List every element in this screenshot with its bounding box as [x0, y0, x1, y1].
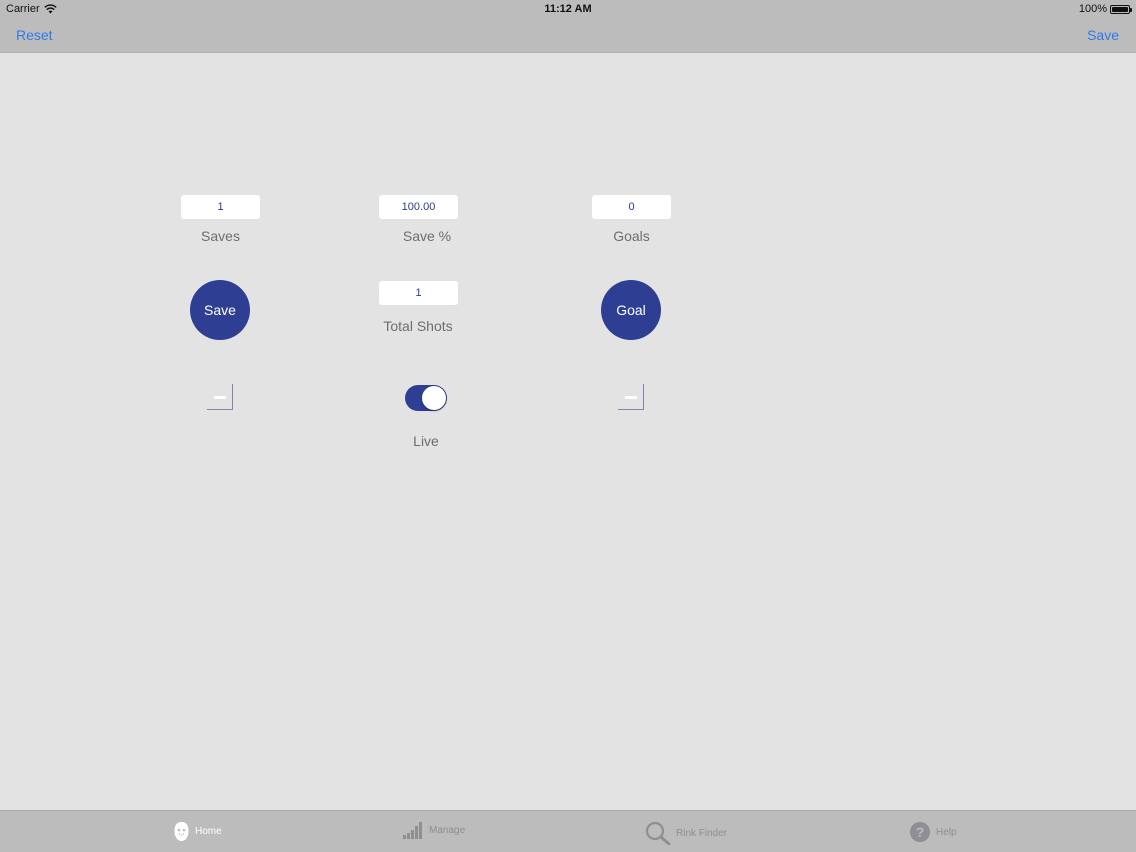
- save-button[interactable]: Save: [190, 280, 250, 340]
- minus-icon: [214, 396, 226, 399]
- saves-label: Saves: [201, 228, 240, 244]
- goals-label: Goals: [613, 228, 650, 244]
- save-percent-label: Save %: [402, 228, 452, 244]
- minus-icon: [625, 396, 637, 399]
- toggle-knob: [422, 386, 446, 410]
- battery-percent: 100%: [1078, 3, 1107, 15]
- reset-button[interactable]: Reset: [16, 27, 53, 43]
- goals-field[interactable]: 0: [592, 195, 671, 219]
- tab-home[interactable]: Home: [173, 821, 222, 842]
- total-shots-label: Total Shots: [383, 318, 453, 334]
- status-bar: Carrier 11:12 AM 100%: [0, 0, 1136, 18]
- clock: 11:12 AM: [544, 3, 592, 15]
- goalie-mask-icon: [174, 822, 189, 841]
- tab-manage[interactable]: Manage: [402, 821, 465, 839]
- question-circle-icon: ?: [910, 822, 930, 842]
- saves-field[interactable]: 1: [181, 195, 260, 219]
- live-toggle[interactable]: [405, 385, 447, 411]
- bar-signal-icon: [403, 822, 422, 839]
- tab-help[interactable]: ? Help: [909, 821, 957, 843]
- navigation-bar: Reset Save: [0, 18, 1136, 53]
- total-shots-field[interactable]: 1: [379, 281, 458, 305]
- magnifier-icon: [645, 821, 671, 845]
- tab-rink-finder[interactable]: Rink Finder: [645, 821, 727, 845]
- svg-text:?: ?: [916, 824, 925, 840]
- tab-manage-label: Manage: [429, 824, 466, 836]
- tab-rink-finder-label: Rink Finder: [676, 827, 728, 839]
- battery-status: 100%: [1078, 3, 1132, 15]
- goals-decrement-button[interactable]: [618, 384, 644, 410]
- saves-decrement-button[interactable]: [207, 384, 233, 410]
- live-label: Live: [413, 433, 439, 449]
- tab-bar: Home Manage Rink Finder ? Help: [0, 810, 1136, 852]
- tab-home-label: Home: [195, 826, 222, 837]
- battery-icon: [1110, 4, 1132, 14]
- tab-help-label: Help: [936, 826, 957, 838]
- save-percent-field[interactable]: 100.00: [379, 195, 458, 219]
- goal-button[interactable]: Goal: [601, 280, 661, 340]
- save-nav-button[interactable]: Save: [1087, 27, 1119, 43]
